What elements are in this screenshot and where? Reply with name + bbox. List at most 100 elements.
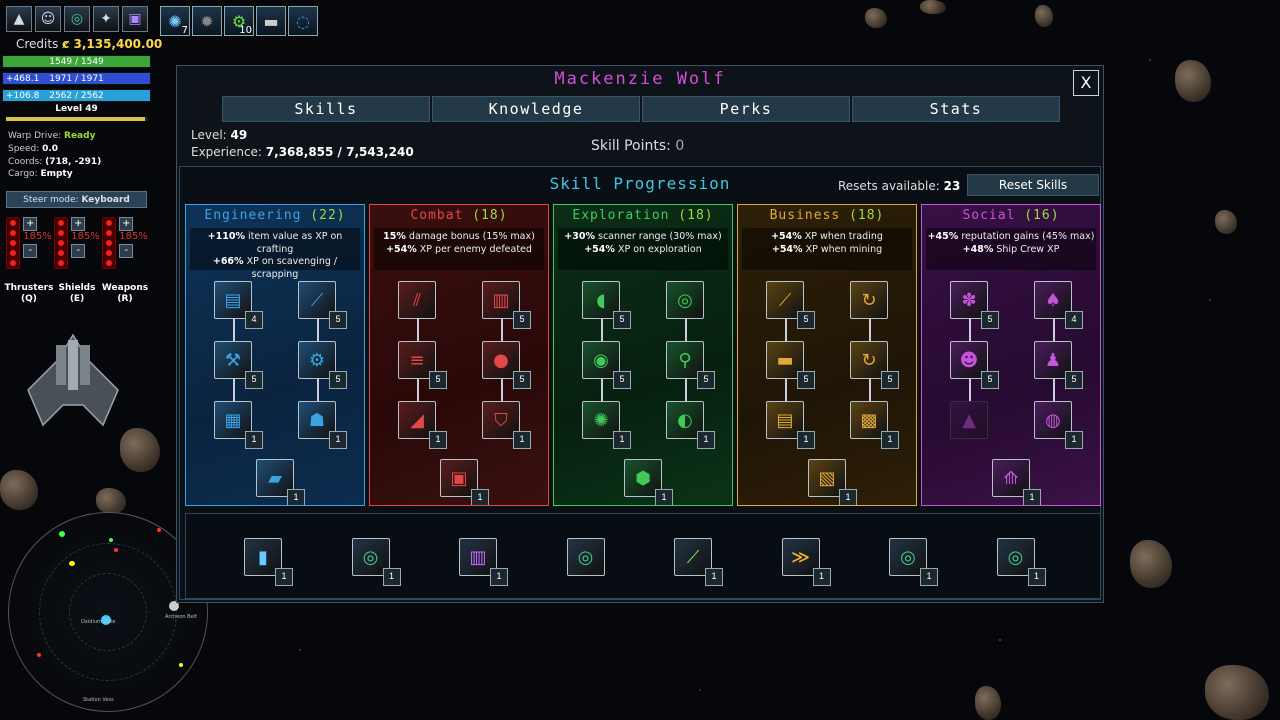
skill-node-lamp-icon[interactable]: ☗ 1 [298,401,347,449]
skill-node-ghost-icon[interactable]: ♟ 5 [1034,341,1083,389]
skill-node-drill-icon[interactable]: ⚙ 5 [298,341,347,389]
codex-icon[interactable]: ▣ [122,6,148,32]
equipped-slot-rank-chevron-icon[interactable]: ≫ 1 [781,538,831,586]
skill-node-card-icon[interactable]: ♠ 4 [1034,281,1083,329]
skill-node-engine-icon[interactable]: ▰ 1 [256,459,305,505]
vortex-icon: ◉ [593,349,609,371]
skill-node-cutter-icon[interactable]: ⟋ 5 [298,281,347,329]
skill-node-locked-icon[interactable]: ▲ [950,401,988,439]
gear-icon[interactable]: ⚙ 10 [224,6,254,36]
radar-icon: ◎ [577,546,594,568]
hull-bar: 1549 / 1549 [2,55,151,68]
tree-title: Engineering (22) [204,208,346,223]
weapons-power: +185% - Weapons (R) [101,217,149,304]
skill-tree-social: Social (16) +45% reputation gains (45% ma… [921,204,1101,506]
skill-node-armor-icon[interactable]: ▥ 5 [482,281,531,329]
skill-node-rocket-badge-icon[interactable]: ⟰ 1 [992,459,1041,505]
shield-boost-icon[interactable]: ✺ 7 [160,6,190,36]
asteroid [1035,5,1053,27]
skill-rank: 1 [705,568,723,586]
crew-icon[interactable]: ☺ [35,6,61,32]
asteroid [975,686,1001,720]
skill-node-nebula-icon[interactable]: ✺ 1 [582,401,631,449]
skill-rank: 5 [981,311,999,329]
skill-node-gatling-icon[interactable]: ≡ 5 [398,341,447,389]
skill-node-radar-icon[interactable]: ◎ [666,281,704,319]
reset-skills-button[interactable]: Reset Skills [967,174,1099,196]
skill-node-sphere-icon[interactable]: ◍ 1 [1034,401,1083,449]
equipped-slot-radar-icon[interactable]: ◎ [566,538,605,576]
progression-title: Skill Progression [549,174,731,193]
minus-button[interactable]: - [71,244,86,258]
equipped-slot-radar-icon[interactable]: ◎ 1 [996,538,1046,586]
skill-node-shield-icon[interactable]: ⛉ 1 [482,401,531,449]
skill-node-gold-bars-icon[interactable]: ▬ 5 [766,341,815,389]
asteroid-icon[interactable]: ✹ [192,6,222,36]
plus-button[interactable]: + [119,217,134,231]
plus-button[interactable]: + [23,217,38,231]
skill-node-beam-icon[interactable]: ◢ 1 [398,401,447,449]
gold-bars-icon: ▬ [776,349,794,371]
skill-rank: 1 [881,431,899,449]
blade-icon: ⫽ [412,289,422,311]
robot-arm-icon: ⚒ [224,349,242,371]
skill-rank: 5 [245,371,263,389]
steer-mode-button[interactable]: Steer mode: Keyboard [6,191,147,208]
drone-icon[interactable]: ▬ [256,6,286,36]
skill-node-cargo-pod-icon[interactable]: ⬢ 1 [624,459,673,505]
plus-button[interactable]: + [71,217,86,231]
skill-node-turret-icon[interactable]: ▣ 1 [440,459,489,505]
equipped-slot-radar-icon[interactable]: ◎ 1 [351,538,401,586]
skill-rank: 5 [797,371,815,389]
tree-connector [417,379,419,401]
asteroid [865,8,887,28]
ship-icon[interactable]: ▲ [6,6,32,32]
warp-ring-icon[interactable]: ◌ [288,6,318,36]
ship-status: Warp Drive: Ready Speed: 0.0 Coords: (71… [8,131,102,180]
skill-node-vault-icon[interactable]: ▧ 1 [808,459,857,505]
skill-node-crate-icon[interactable]: ▤ 4 [214,281,263,329]
tree-description: +45% reputation gains (45% max) +48% Ship… [926,228,1096,270]
equipped-slot-radar-icon[interactable]: ◎ 1 [889,538,938,586]
tab-perks[interactable]: Perks [642,96,850,122]
skill-node-chip-icon[interactable]: ▦ 1 [214,401,263,449]
skill-node-storage-icon[interactable]: ▩ 1 [850,401,899,449]
power-pips [54,217,69,269]
skill-node-thruster-icon[interactable]: ◖ 5 [582,281,631,329]
equipped-slot-laser-icon[interactable]: ⟋ 1 [674,538,723,586]
equipped-slot-armor-icon[interactable]: ▥ 1 [459,538,508,586]
radar-icon[interactable]: ◎ [64,6,90,32]
skill-node-face-icon[interactable]: ☻ 5 [950,341,999,389]
thruster-icon: ◖ [596,289,606,311]
cycle-icon: ↻ [861,289,877,311]
close-button[interactable]: X [1073,70,1099,96]
skill-node-robot-arm-icon[interactable]: ⚒ 5 [214,341,263,389]
tab-skills[interactable]: Skills [222,96,430,122]
skill-node-probe-icon[interactable]: ⚲ 5 [666,341,715,389]
skill-node-vortex-icon[interactable]: ◉ 5 [582,341,631,389]
skill-node-cycle-icon[interactable]: ↻ [850,281,888,319]
ability-bar: ✺ 7 ✹ ⚙ 10 ▬ ◌ [160,6,318,36]
trade-cycle-icon: ↻ [861,349,877,371]
radar-icon: ◎ [362,546,379,568]
minus-button[interactable]: - [23,244,38,258]
skill-node-blade-icon[interactable]: ⫽ [398,281,436,319]
vault-icon: ▧ [818,467,836,489]
crate-icon: ▤ [224,289,242,311]
shields-power: +185% - Shields (E) [52,217,102,305]
skill-rank: 1 [1023,489,1041,505]
skill-node-laser-icon[interactable]: ⟋ 5 [766,281,815,329]
map-icon[interactable]: ✦ [93,6,119,32]
minus-button[interactable]: - [119,244,134,258]
skill-node-paw-icon[interactable]: ✽ 5 [950,281,999,329]
skill-node-trade-cycle-icon[interactable]: ↻ 5 [850,341,899,389]
tab-knowledge[interactable]: Knowledge [432,96,640,122]
tree-connector [233,319,235,341]
equipped-slot-canister-icon[interactable]: ▮ 1 [244,538,293,586]
skill-rank: 5 [797,311,815,329]
tree-connector [417,319,419,341]
skill-node-contract-icon[interactable]: ▤ 1 [766,401,815,449]
tab-stats[interactable]: Stats [852,96,1060,122]
skill-node-planet-icon[interactable]: ◐ 1 [666,401,715,449]
skill-node-plasma-icon[interactable]: ● 5 [482,341,531,389]
